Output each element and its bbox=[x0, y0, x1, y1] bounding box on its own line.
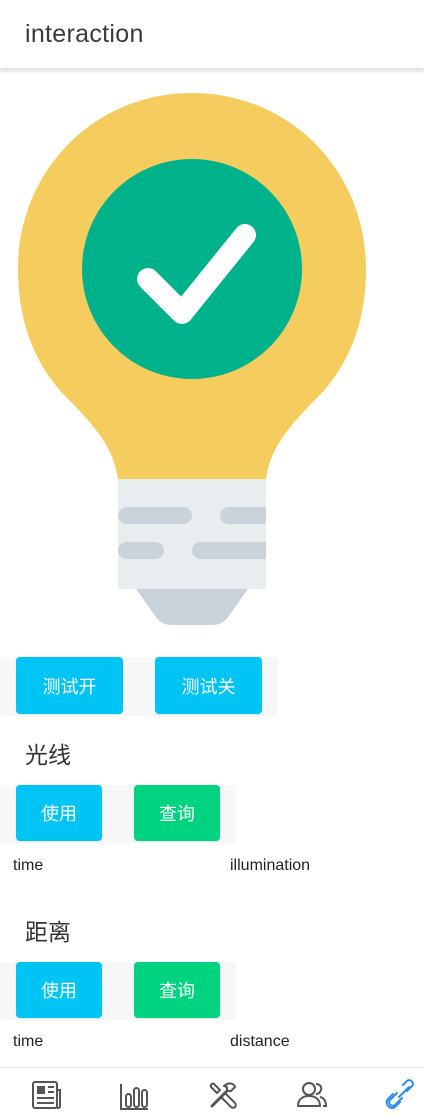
users-icon[interactable] bbox=[295, 1078, 329, 1112]
test-on-button[interactable]: 测试开 bbox=[16, 657, 123, 714]
light-controls-group: 使用 查询 bbox=[0, 785, 236, 843]
light-time-header: time bbox=[13, 857, 44, 874]
test-off-button[interactable]: 测试关 bbox=[155, 657, 262, 714]
page-title: interaction bbox=[25, 20, 144, 48]
light-section-title: 光线 bbox=[25, 743, 71, 769]
app: interaction 测试开 测试关 光线 使用 查询 time illumi… bbox=[0, 0, 424, 1116]
lightbulb-check-icon bbox=[18, 93, 366, 625]
distance-section-title: 距离 bbox=[25, 920, 71, 946]
distance-use-button[interactable]: 使用 bbox=[16, 962, 102, 1018]
chart-icon[interactable] bbox=[117, 1078, 151, 1112]
news-icon[interactable] bbox=[29, 1078, 63, 1112]
distance-time-header: time bbox=[13, 1033, 44, 1050]
light-query-button[interactable]: 查询 bbox=[134, 785, 220, 841]
bottom-nav bbox=[0, 1067, 424, 1116]
tools-icon[interactable] bbox=[206, 1078, 240, 1112]
distance-query-button[interactable]: 查询 bbox=[134, 962, 220, 1018]
link-icon[interactable] bbox=[384, 1078, 418, 1112]
distance-header: distance bbox=[230, 1033, 290, 1050]
light-illumination-header: illumination bbox=[230, 857, 311, 874]
distance-controls-group: 使用 查询 bbox=[0, 962, 236, 1020]
light-use-button[interactable]: 使用 bbox=[16, 785, 102, 841]
app-header: interaction bbox=[0, 0, 424, 69]
test-controls-group: 测试开 测试关 bbox=[0, 657, 278, 716]
